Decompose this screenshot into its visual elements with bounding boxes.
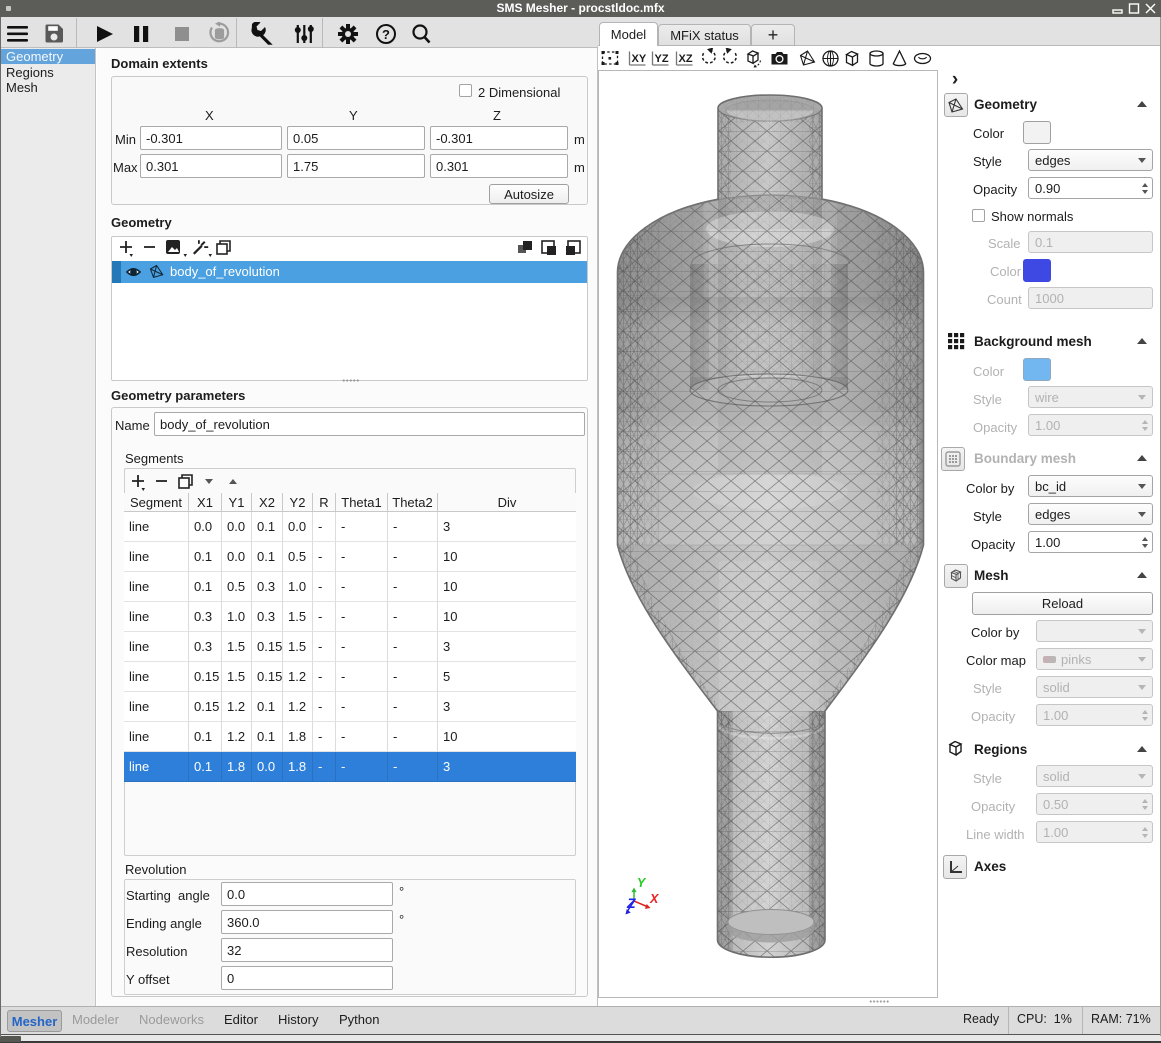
svg-text:YZ: YZ <box>655 53 669 65</box>
svg-text:X: X <box>649 892 659 906</box>
svg-text:Y: Y <box>637 876 647 890</box>
svg-text:Z: Z <box>626 895 636 911</box>
svg-text:?: ? <box>382 27 390 42</box>
svg-text:XZ: XZ <box>679 53 693 65</box>
svg-text:XY: XY <box>632 53 647 65</box>
